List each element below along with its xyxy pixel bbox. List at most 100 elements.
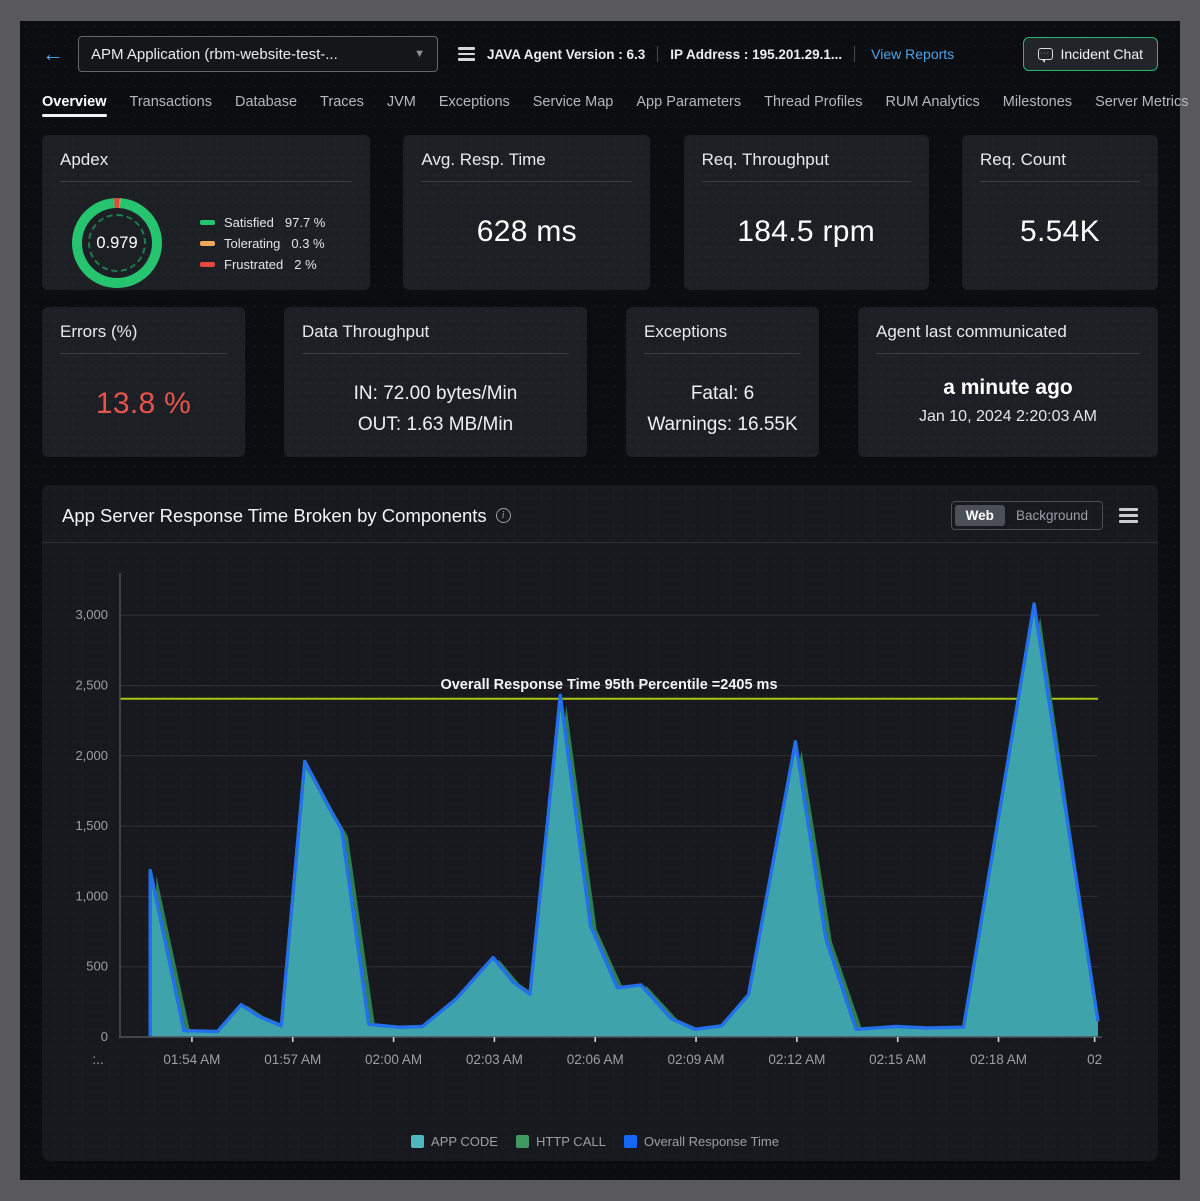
svg-text:02:15 AM: 02:15 AM — [869, 1052, 926, 1067]
req-count-value: 5.54K — [980, 215, 1140, 249]
svg-text:02:12 AM: 02:12 AM — [768, 1052, 825, 1067]
ip-address-text: IP Address : 195.201.29.1... — [670, 47, 842, 62]
tab-thread-profiles[interactable]: Thread Profiles — [764, 94, 862, 121]
legend-swatch — [624, 1135, 637, 1148]
tab-app-parameters[interactable]: App Parameters — [636, 94, 741, 121]
data-throughput-card: Data Throughput IN: 72.00 bytes/Min OUT:… — [284, 307, 587, 457]
agent-last-communicated-card: Agent last communicated a minute ago Jan… — [858, 307, 1158, 457]
svg-text:02: 02 — [1087, 1052, 1102, 1067]
chart-legend: APP CODE HTTP CALL Overall Response Time — [42, 1134, 1158, 1149]
exceptions-title: Exceptions — [644, 322, 801, 342]
legend-value: 2 % — [294, 257, 316, 272]
back-arrow-icon[interactable]: ← — [42, 43, 64, 65]
legend-swatch — [200, 262, 215, 267]
card-divider — [302, 353, 569, 354]
chart-legend-http-call[interactable]: HTTP CALL — [516, 1134, 606, 1149]
top-bar: ← APM Application (rbm-website-test-... … — [42, 25, 1158, 83]
view-reports-link[interactable]: View Reports — [871, 46, 954, 62]
agent-last-communicated-title: Agent last communicated — [876, 322, 1140, 342]
x-axis-ticks: :..01:54 AM01:57 AM02:00 AM02:03 AM02:06… — [92, 1037, 1102, 1067]
tab-traces[interactable]: Traces — [320, 94, 364, 121]
chevron-down-icon: ▼ — [414, 48, 425, 60]
app-window: ← APM Application (rbm-website-test-... … — [20, 21, 1180, 1180]
apdex-card-title: Apdex — [60, 150, 352, 170]
req-throughput-value: 184.5 rpm — [702, 215, 911, 249]
toggle-web[interactable]: Web — [955, 505, 1005, 526]
panel-controls: WebBackground — [951, 501, 1138, 530]
legend-value: 0.3 % — [291, 236, 324, 251]
avg-resp-time-card: Avg. Resp. Time 628 ms — [403, 135, 650, 290]
legend-label: Satisfied — [224, 215, 274, 230]
req-throughput-card: Req. Throughput 184.5 rpm — [684, 135, 929, 290]
tab-exceptions[interactable]: Exceptions — [439, 94, 510, 121]
apdex-donut-gauge: 0.979 — [72, 198, 162, 288]
incident-chat-label: Incident Chat — [1061, 46, 1144, 62]
chart-legend-overall-response-time[interactable]: Overall Response Time — [624, 1134, 779, 1149]
application-selector-dropdown[interactable]: APM Application (rbm-website-test-... ▼ — [78, 36, 438, 72]
tab-bar: Overview Transactions Database Traces JVM Exc… — [42, 83, 1158, 121]
agent-last-communicated-timestamp: Jan 10, 2024 2:20:03 AM — [876, 408, 1140, 426]
menu-icon[interactable] — [458, 47, 475, 61]
incident-chat-button[interactable]: ··· Incident Chat — [1023, 37, 1159, 71]
svg-text:02:03 AM: 02:03 AM — [466, 1052, 523, 1067]
application-selector-value: APM Application (rbm-website-test-... — [91, 46, 338, 63]
tab-service-map[interactable]: Service Map — [533, 94, 614, 121]
exceptions-card: Exceptions Fatal: 6 Warnings: 16.55K — [626, 307, 819, 457]
tab-milestones[interactable]: Milestones — [1003, 94, 1072, 121]
tab-database[interactable]: Database — [235, 94, 297, 121]
card-divider — [980, 181, 1140, 182]
legend-swatch — [200, 241, 215, 246]
kpi-cards-row-1: Apdex 0.979 Satisfied 97.7 % Tolerating … — [42, 135, 1158, 290]
tab-server-metrics[interactable]: Server Metrics — [1095, 94, 1188, 121]
svg-text:1,500: 1,500 — [75, 818, 108, 833]
apdex-legend-frustrated: Frustrated 2 % — [200, 257, 325, 272]
svg-text:3,000: 3,000 — [75, 607, 108, 622]
tab-jvm[interactable]: JVM — [387, 94, 416, 121]
svg-text:02:18 AM: 02:18 AM — [970, 1052, 1027, 1067]
svg-text:02:06 AM: 02:06 AM — [567, 1052, 624, 1067]
avg-resp-time-title: Avg. Resp. Time — [421, 150, 632, 170]
svg-text::..: :.. — [92, 1052, 103, 1067]
legend-value: 97.7 % — [285, 215, 325, 230]
card-divider — [644, 353, 801, 354]
legend-label: APP CODE — [431, 1134, 498, 1149]
kpi-cards-row-2: Errors (%) 13.8 % Data Throughput IN: 72… — [42, 307, 1158, 457]
svg-text:02:09 AM: 02:09 AM — [668, 1052, 725, 1067]
svg-text:0: 0 — [101, 1029, 108, 1044]
web-background-toggle: WebBackground — [951, 501, 1103, 530]
tab-rum-analytics[interactable]: RUM Analytics — [885, 94, 979, 121]
agent-last-communicated-value: a minute ago — [876, 376, 1140, 400]
chart-menu-icon[interactable] — [1119, 508, 1138, 523]
card-divider — [60, 181, 352, 182]
apdex-legend: Satisfied 97.7 % Tolerating 0.3 % Frustr… — [200, 215, 325, 272]
req-count-card: Req. Count 5.54K — [962, 135, 1158, 290]
svg-text:01:57 AM: 01:57 AM — [264, 1052, 321, 1067]
separator — [657, 46, 658, 62]
chart-wrap: 05001,0001,5002,0002,5003,000Overall Res… — [42, 543, 1158, 1132]
top-bar-meta: JAVA Agent Version : 6.3 IP Address : 19… — [458, 37, 1158, 71]
apdex-legend-satisfied: Satisfied 97.7 % — [200, 215, 325, 230]
card-divider — [60, 353, 227, 354]
legend-swatch — [411, 1135, 424, 1148]
response-time-panel: App Server Response Time Broken by Compo… — [42, 485, 1158, 1161]
apdex-body: 0.979 Satisfied 97.7 % Tolerating 0.3 % … — [60, 198, 352, 288]
series-app-code — [150, 610, 1098, 1037]
req-count-title: Req. Count — [980, 150, 1140, 170]
data-throughput-in: IN: 72.00 bytes/Min — [302, 378, 569, 409]
tab-transactions[interactable]: Transactions — [130, 94, 212, 121]
legend-label: HTTP CALL — [536, 1134, 606, 1149]
toggle-background[interactable]: Background — [1005, 505, 1099, 526]
percentile-label: Overall Response Time 95th Percentile =2… — [440, 677, 777, 693]
response-chart: 05001,0001,5002,0002,5003,000Overall Res… — [50, 549, 1150, 1127]
card-divider — [421, 181, 632, 182]
tab-overview[interactable]: Overview — [42, 94, 107, 121]
apdex-card: Apdex 0.979 Satisfied 97.7 % Tolerating … — [42, 135, 370, 290]
errors-title: Errors (%) — [60, 322, 227, 342]
chart-legend-app-code[interactable]: APP CODE — [411, 1134, 498, 1149]
apdex-value: 0.979 — [88, 214, 146, 272]
legend-label: Tolerating — [224, 236, 280, 251]
legend-label: Overall Response Time — [644, 1134, 779, 1149]
panel-header: App Server Response Time Broken by Compo… — [42, 485, 1158, 542]
info-icon[interactable]: i — [496, 508, 511, 523]
exceptions-values: Fatal: 6 Warnings: 16.55K — [644, 378, 801, 441]
